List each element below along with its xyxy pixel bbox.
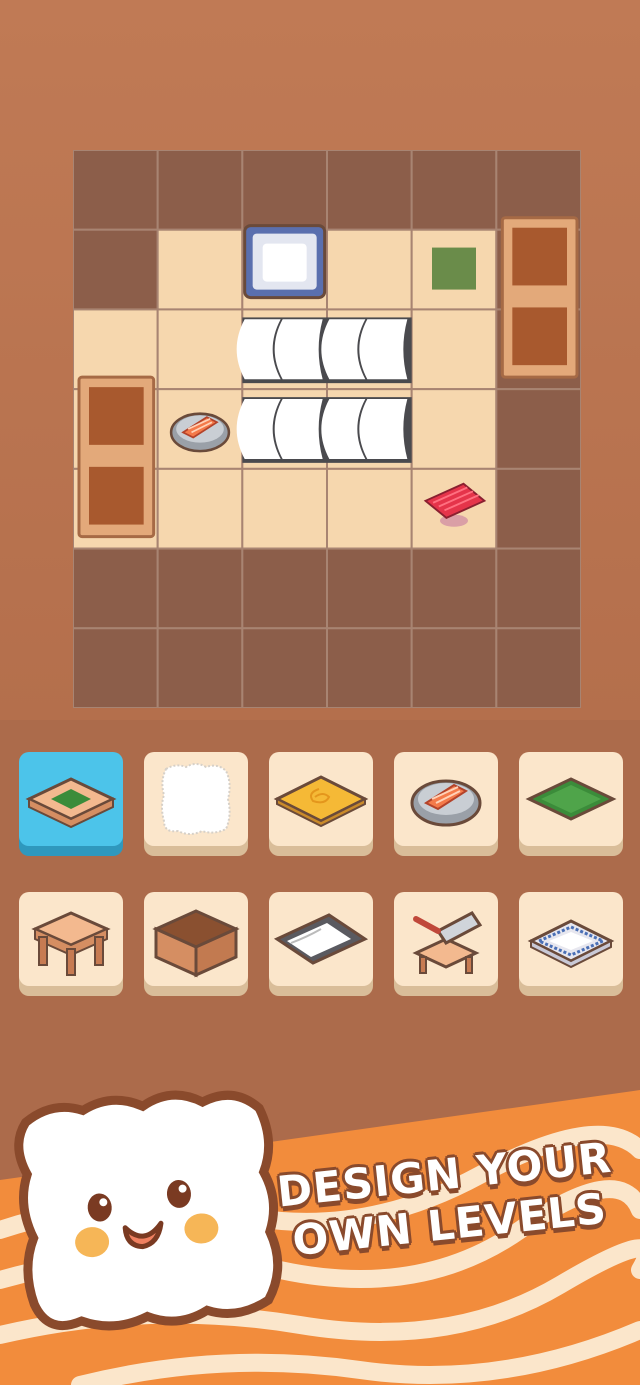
wall-cell[interactable]	[326, 547, 413, 630]
table-piece[interactable]	[500, 216, 579, 379]
plate-icon	[527, 919, 615, 969]
floor-cell[interactable]	[326, 467, 413, 550]
cleaver-icon	[412, 911, 483, 974]
rice-roller-tool[interactable]	[269, 892, 373, 996]
rice-roller-piece[interactable]	[236, 397, 327, 463]
wall-cell[interactable]	[241, 627, 328, 708]
rice-tool[interactable]	[144, 752, 248, 856]
wall-cell[interactable]	[495, 388, 581, 470]
floor-cell[interactable]	[410, 388, 498, 470]
plate-tool[interactable]	[519, 892, 623, 996]
cleaver-station-tool[interactable]	[394, 892, 498, 996]
wall-cell[interactable]	[156, 627, 244, 708]
wooden-box-tool[interactable]	[144, 892, 248, 996]
salmon-bowl-piece[interactable]	[169, 412, 231, 453]
wall-cell[interactable]	[410, 150, 498, 231]
table-tool[interactable]	[19, 892, 123, 996]
wall-cell[interactable]	[73, 627, 159, 708]
game-screen: DESIGN YOUR OWN LEVELS	[0, 0, 640, 1385]
floor-cell[interactable]	[410, 308, 498, 391]
wall-cell[interactable]	[495, 467, 581, 550]
floor-cell[interactable]	[326, 228, 413, 311]
egg-omelette-tool[interactable]	[269, 752, 373, 856]
wall-cell[interactable]	[156, 150, 244, 231]
wall-cell[interactable]	[326, 150, 413, 231]
tool-tray	[0, 730, 640, 1030]
floor-cell[interactable]	[156, 467, 244, 550]
plate-piece[interactable]	[243, 224, 327, 300]
seaweed-icon	[525, 777, 617, 821]
wall-cell[interactable]	[326, 627, 413, 708]
wall-cell[interactable]	[410, 627, 498, 708]
floor-tile-icon	[25, 777, 117, 829]
rice-roller-piece[interactable]	[321, 397, 412, 463]
wall-cell[interactable]	[495, 547, 581, 630]
level-board[interactable]	[73, 150, 581, 708]
wall-cell[interactable]	[241, 150, 328, 231]
seaweed-piece[interactable]	[432, 247, 476, 290]
rice-roller-piece[interactable]	[321, 317, 412, 384]
rice-roller-piece[interactable]	[236, 317, 327, 384]
table-icon	[31, 911, 111, 976]
floor-cell[interactable]	[156, 308, 244, 391]
wall-cell[interactable]	[73, 150, 159, 231]
rice-mascot-icon	[14, 1090, 283, 1331]
salmon-bowl-tool[interactable]	[394, 752, 498, 856]
rice-roller-icon	[273, 913, 369, 965]
floor-cell[interactable]	[241, 467, 328, 550]
omelette-icon	[273, 775, 369, 828]
wall-cell[interactable]	[73, 228, 159, 311]
table-piece[interactable]	[77, 375, 156, 539]
wall-cell[interactable]	[410, 547, 498, 630]
seaweed-tool[interactable]	[519, 752, 623, 856]
wall-cell[interactable]	[73, 547, 159, 630]
salmon-bowl-icon	[410, 779, 482, 827]
floor-tile-tool[interactable]	[19, 752, 123, 856]
wooden-box-icon	[152, 909, 240, 978]
wall-cell[interactable]	[241, 547, 328, 630]
wall-cell[interactable]	[495, 627, 581, 708]
rice-icon	[161, 763, 231, 835]
wall-cell[interactable]	[156, 547, 244, 630]
floor-cell[interactable]	[156, 228, 244, 311]
